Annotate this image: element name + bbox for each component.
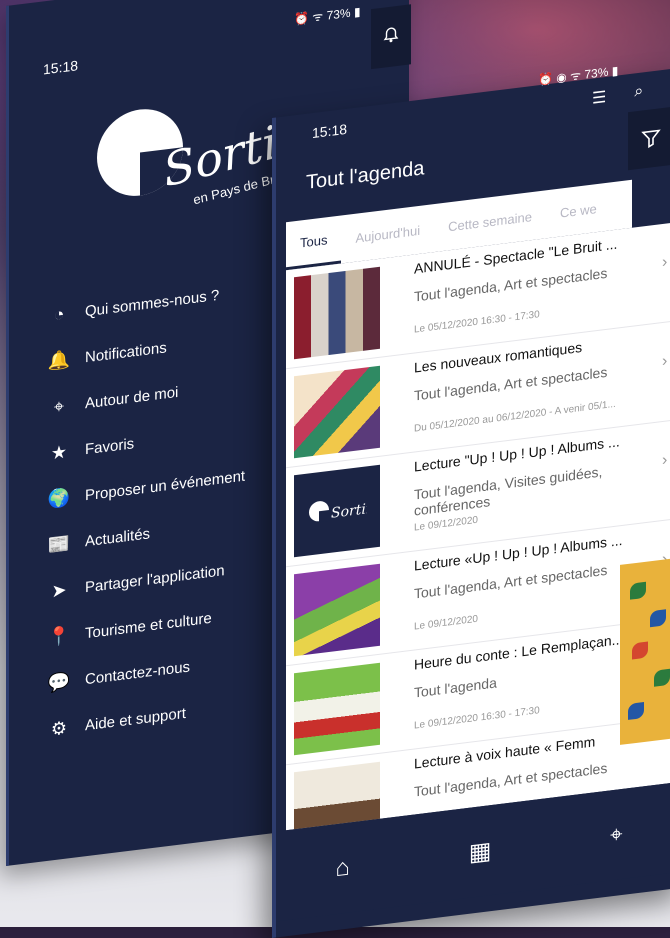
- status-battery: ⏰ ᯤ 73% ▮: [294, 4, 361, 27]
- decorative-poster: [620, 555, 670, 745]
- notification-button[interactable]: [371, 4, 411, 70]
- toolbar: ☰ ⌕: [592, 82, 643, 108]
- search-icon[interactable]: ⌕: [634, 82, 643, 103]
- agenda-phone: 15:18 ⏰ ◉ ᯤ 73% ▮ ☰ ⌕ Tout l'agenda Tous…: [272, 63, 670, 938]
- filter-icon: [641, 129, 661, 149]
- event-list: ANNULÉ - Spectacle "Le Bruit ... Tout l'…: [286, 221, 670, 831]
- chat-icon: 💬: [47, 670, 71, 694]
- calendar-icon[interactable]: ▦: [469, 836, 492, 868]
- filter-button[interactable]: [628, 106, 670, 171]
- sortir-logo-icon: ◔: [53, 303, 65, 325]
- star-icon: ★: [50, 441, 68, 463]
- newspaper-icon: 📰: [47, 532, 71, 556]
- status-time: 15:18: [43, 57, 79, 78]
- bell-icon: [383, 27, 399, 43]
- home-icon[interactable]: ⌂: [335, 853, 350, 883]
- tab-all[interactable]: Tous: [286, 215, 342, 271]
- location-icon[interactable]: ⌖: [610, 821, 622, 849]
- map-pin-icon: 📍: [47, 624, 71, 648]
- chevron-right-icon: ›: [662, 253, 668, 272]
- chevron-right-icon: ›: [662, 352, 668, 371]
- tab-weekend[interactable]: Ce we: [546, 182, 611, 238]
- page-title: Tout l'agenda: [306, 157, 425, 194]
- event-thumbnail: [294, 563, 380, 657]
- event-thumbnail: Sortir: [294, 464, 380, 558]
- sort-icon[interactable]: ☰: [592, 87, 606, 109]
- location-icon: ⌖: [53, 395, 65, 417]
- chevron-right-icon: ›: [662, 451, 668, 470]
- event-thumbnail: [294, 662, 380, 756]
- gears-icon: ⚙: [50, 717, 68, 739]
- event-thumbnail: [294, 365, 380, 459]
- status-time: 15:18: [312, 120, 348, 142]
- event-thumbnail: [294, 266, 380, 360]
- bell-icon: 🔔: [47, 348, 71, 372]
- send-icon: ➤: [51, 579, 67, 601]
- svg-text:Sortir: Sortir: [331, 501, 367, 522]
- sortir-logo-icon: Sortir: [309, 501, 367, 523]
- globe-icon: 🌍: [47, 486, 71, 510]
